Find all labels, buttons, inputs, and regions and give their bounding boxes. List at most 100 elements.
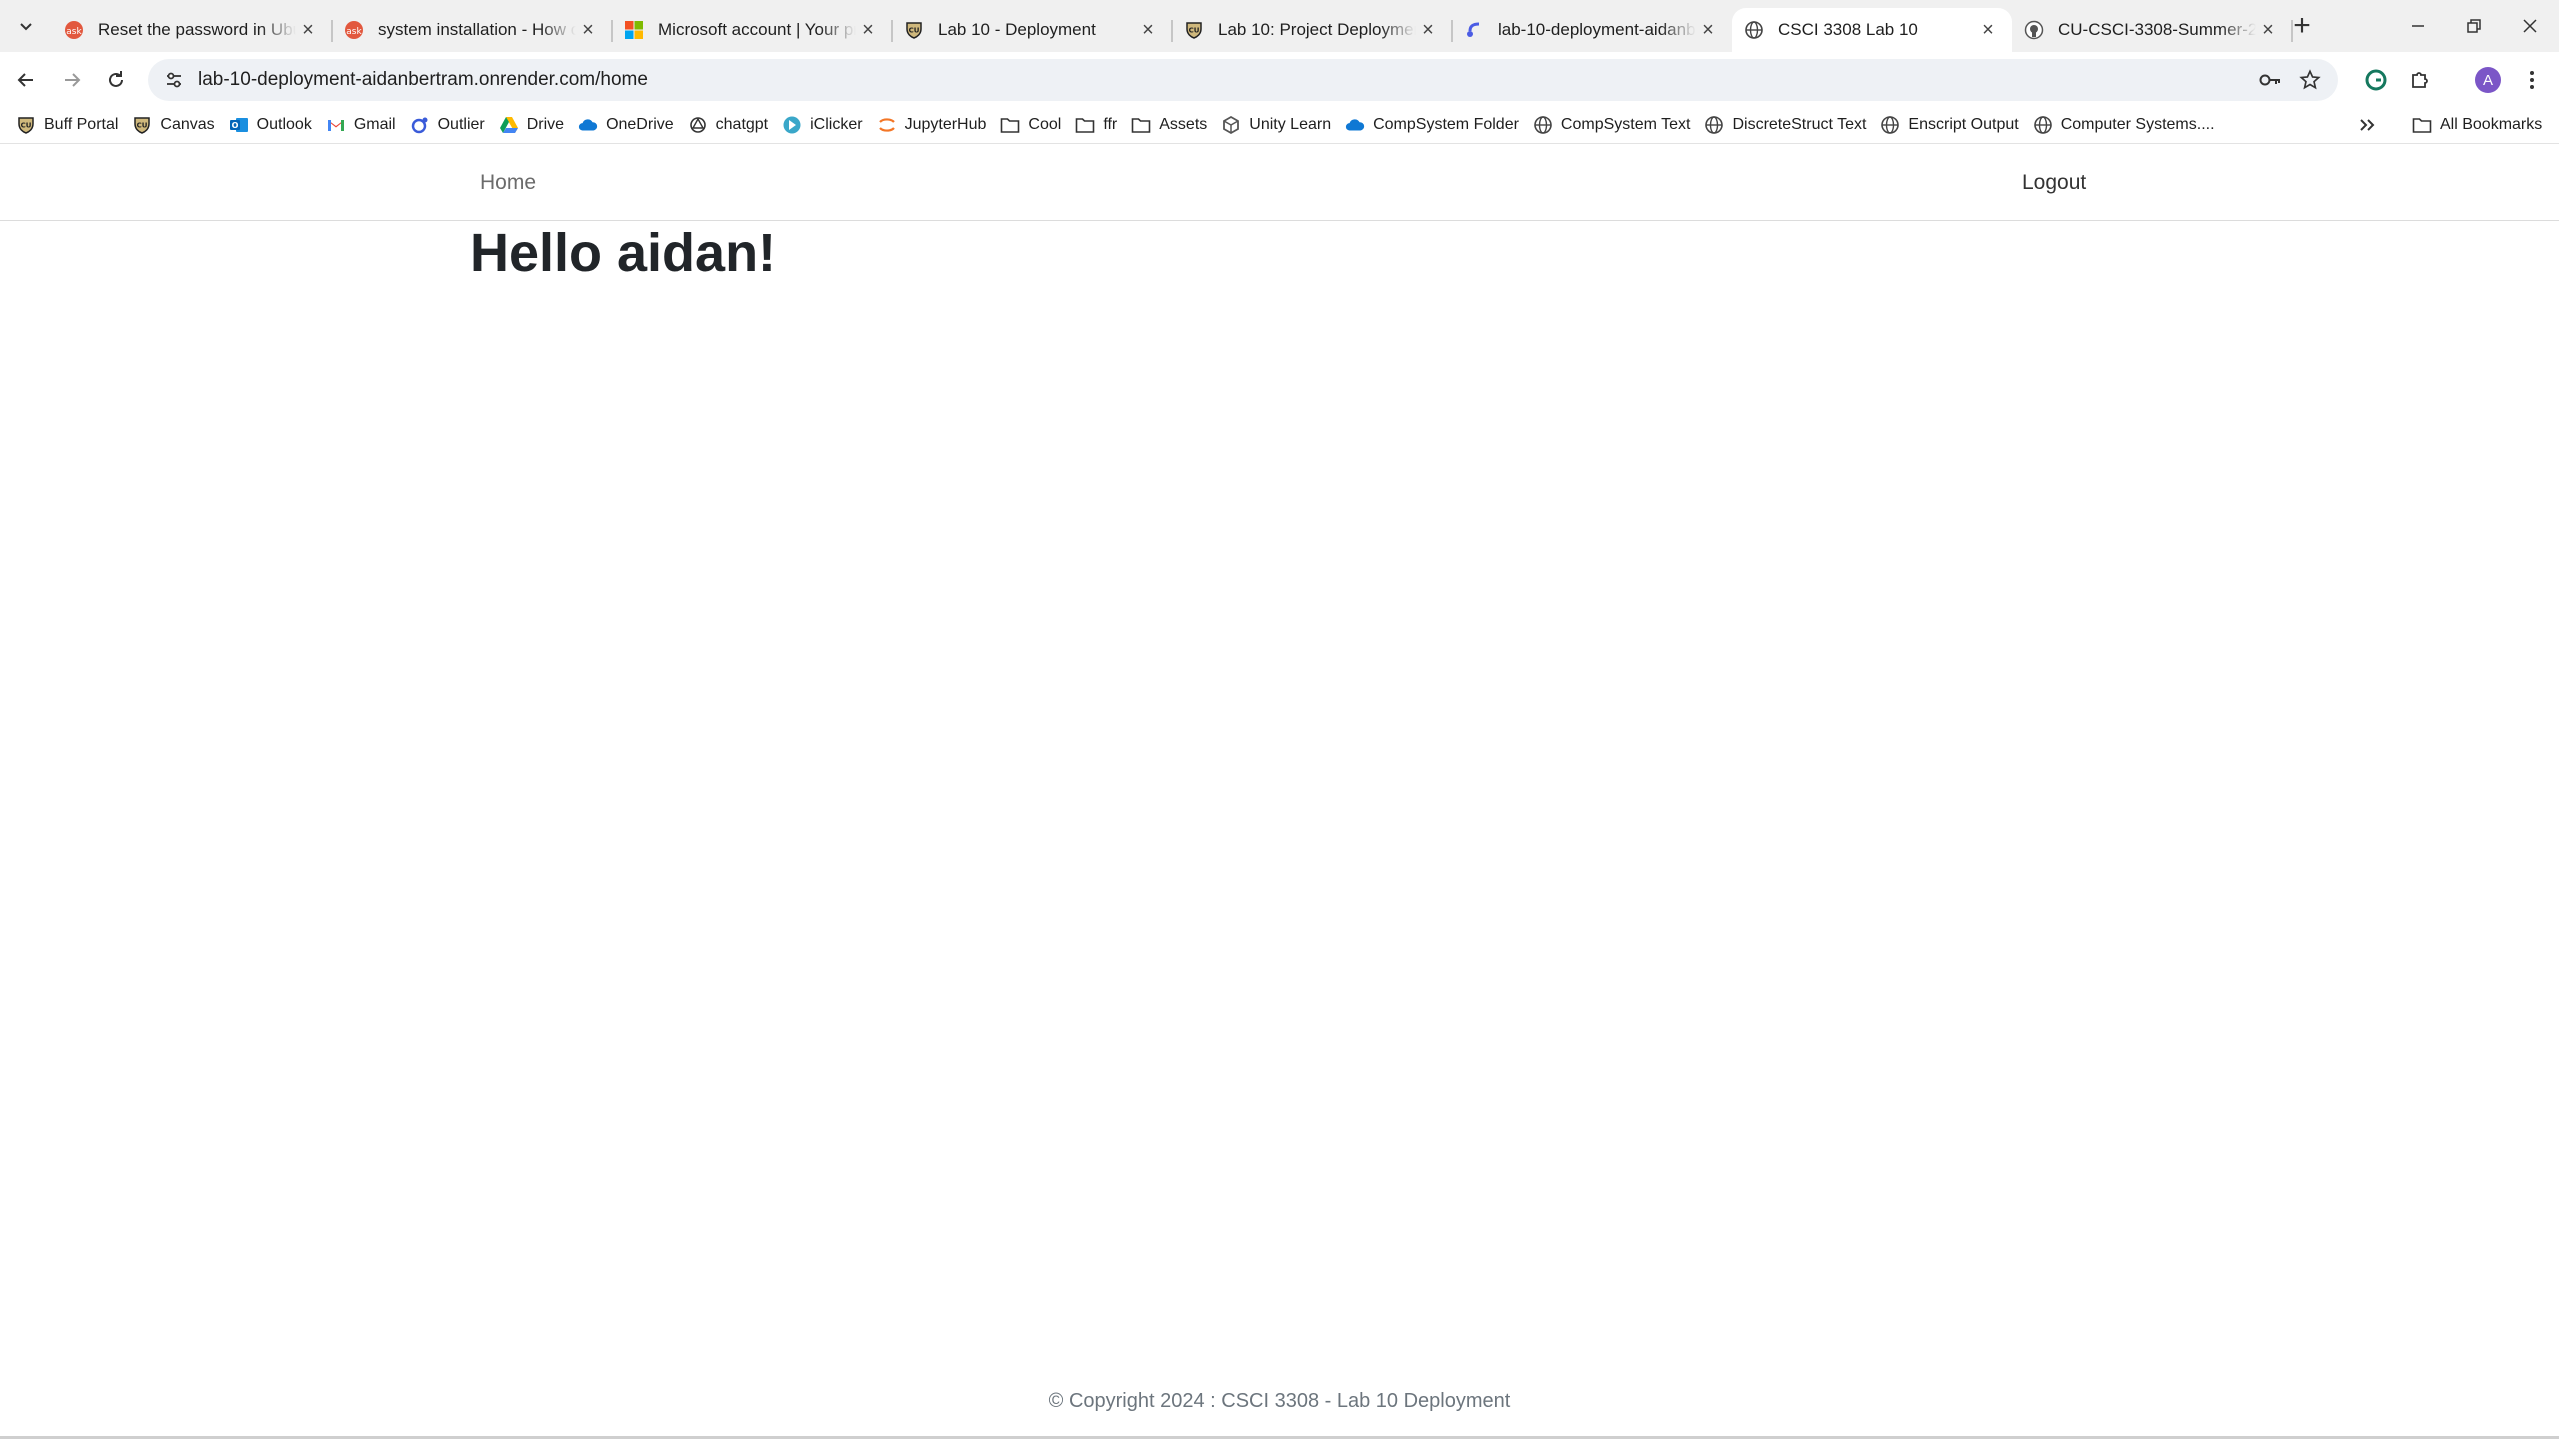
tab-close-icon[interactable]: ×: [1696, 18, 1720, 42]
bookmark-item[interactable]: CompSystem Folder: [1341, 110, 1529, 140]
tab-close-icon[interactable]: ×: [2256, 18, 2280, 42]
browser-menu-button[interactable]: [2514, 62, 2550, 98]
bookmark-label: Unity Learn: [1249, 116, 1332, 133]
reload-button[interactable]: [98, 62, 134, 98]
url-text[interactable]: lab-10-deployment-aidanbertram.onrender.…: [198, 69, 2338, 91]
bookmark-label: chatgpt: [715, 116, 769, 133]
site-info-button[interactable]: [154, 59, 194, 101]
bookmark-item[interactable]: CU Buff Portal: [12, 110, 128, 140]
bookmark-item[interactable]: Gmail: [322, 110, 406, 140]
tab[interactable]: Microsoft account | Your profile×: [612, 8, 893, 52]
bookmark-item[interactable]: OneDrive: [574, 110, 684, 140]
avatar: A: [2475, 67, 2501, 93]
tab-close-icon[interactable]: ×: [1976, 18, 2000, 42]
svg-text:ask: ask: [66, 27, 82, 37]
bookmark-label: Computer Systems....: [2060, 116, 2215, 133]
tab-close-icon[interactable]: ×: [296, 18, 320, 42]
minimize-button[interactable]: [2390, 0, 2446, 52]
bookmark-label: CompSystem Text: [1560, 116, 1691, 133]
bookmark-label: iClicker: [810, 116, 863, 133]
tab-list: askReset the password in Ubuntu×asksyste…: [52, 8, 2293, 52]
bookmark-label: DiscreteStruct Text: [1732, 116, 1867, 133]
bookmark-item[interactable]: JupyterHub: [873, 110, 997, 140]
bookmark-item[interactable]: DiscreteStruct Text: [1700, 110, 1876, 140]
bookmarks-bar: CU Buff Portal CU Canvas O Outlook Gmail Outlie…: [0, 106, 2559, 144]
tab[interactable]: CU Lab 10: Project Deployment | CSCI×: [1172, 8, 1453, 52]
globe-icon: [2033, 115, 2053, 135]
askubuntu-icon: ask: [62, 18, 86, 42]
bookmark-item[interactable]: CompSystem Text: [1529, 110, 1701, 140]
microsoft-icon: [622, 18, 646, 42]
tab[interactable]: CU-CSCI-3308-Summer-2024×: [2012, 8, 2293, 52]
outlook-icon: O: [229, 115, 249, 135]
unity-icon: [1221, 115, 1241, 135]
back-button[interactable]: [8, 62, 44, 98]
tab[interactable]: CU Lab 10 - Deployment ×: [892, 8, 1173, 52]
jupyter-icon: [877, 115, 897, 135]
nav-logout-link[interactable]: Logout: [2022, 171, 2086, 195]
svg-text:CU: CU: [1189, 27, 1200, 35]
tab-close-icon[interactable]: ×: [1416, 18, 1440, 42]
iclicker-icon: [782, 115, 802, 135]
tab[interactable]: ask Reset the password in Ubuntu×: [52, 8, 333, 52]
extension-grammarly-button[interactable]: [2358, 62, 2394, 98]
tab-title: Reset the password in Ubuntu: [98, 20, 296, 39]
onedrive-icon: [1345, 115, 1365, 135]
page-footer: © Copyright 2024 : CSCI 3308 - Lab 10 De…: [1048, 1390, 1511, 1412]
globe-icon: [1533, 115, 1553, 135]
restore-button[interactable]: [2446, 0, 2502, 52]
bookmark-item[interactable]: O Outlook: [225, 110, 322, 140]
bookmark-item[interactable]: chatgpt: [684, 110, 778, 140]
tab-close-icon[interactable]: ×: [1136, 18, 1160, 42]
bookmark-label: Drive: [526, 116, 565, 133]
bookmark-label: OneDrive: [606, 116, 674, 133]
bookmark-label: Enscript Output: [1908, 116, 2019, 133]
bookmark-item[interactable]: Computer Systems....: [2029, 110, 2225, 140]
bookmark-label: Buff Portal: [44, 116, 119, 133]
tab-search-button[interactable]: [10, 10, 42, 42]
all-bookmarks-label: All Bookmarks: [2440, 116, 2543, 133]
gmail-icon: [326, 115, 346, 135]
bookmark-item[interactable]: Outlier: [406, 110, 495, 140]
forward-button[interactable]: [54, 62, 90, 98]
nav-home-link[interactable]: Home: [480, 171, 536, 195]
askubuntu-icon: ask: [342, 18, 366, 42]
bookmark-item[interactable]: CU Canvas: [128, 110, 224, 140]
bookmark-label: Outlook: [256, 116, 312, 133]
tab[interactable]: lab-10-deployment-aidanbertram×: [1452, 8, 1732, 52]
render-icon: [1462, 18, 1486, 42]
folder-icon: [1000, 115, 1020, 135]
svg-text:CU: CU: [21, 122, 32, 130]
new-tab-button[interactable]: +: [2286, 9, 2318, 42]
address-bar[interactable]: lab-10-deployment-aidanbertram.onrender.…: [148, 59, 2338, 101]
bookmark-item[interactable]: iClicker: [778, 110, 872, 140]
tab-close-icon[interactable]: ×: [576, 18, 600, 42]
cu-icon: CU: [16, 115, 36, 135]
minimize-icon: [2412, 25, 2424, 27]
extensions-button[interactable]: [2402, 62, 2438, 98]
bookmark-label: JupyterHub: [904, 116, 987, 133]
password-manager-button[interactable]: [2250, 59, 2290, 101]
bookmark-star-button[interactable]: [2290, 59, 2330, 101]
chatgpt-icon: [688, 115, 708, 135]
close-window-button[interactable]: [2502, 0, 2558, 52]
bookmark-item[interactable]: Assets: [1127, 110, 1217, 140]
all-bookmarks-button[interactable]: All Bookmarks: [2412, 110, 2542, 140]
bookmark-item[interactable]: ffr: [1071, 110, 1127, 140]
tab-strip: askReset the password in Ubuntu×asksyste…: [0, 0, 2559, 52]
bookmark-item[interactable]: Cool: [996, 110, 1071, 140]
svg-text:O: O: [231, 121, 238, 130]
bookmark-label: Cool: [1028, 116, 1062, 133]
chevron-down-icon: [20, 23, 32, 31]
tab-close-icon[interactable]: ×: [856, 18, 880, 42]
restore-icon: [2467, 19, 2481, 33]
bookmark-item[interactable]: Enscript Output: [1876, 110, 2028, 140]
drive-icon: [499, 115, 519, 135]
profile-button[interactable]: A: [2470, 62, 2506, 98]
cu-icon: CU: [902, 18, 926, 42]
bookmark-item[interactable]: Unity Learn: [1217, 110, 1341, 140]
tab-active[interactable]: CSCI 3308 Lab 10 ×: [1732, 8, 2012, 52]
more-bookmarks-button[interactable]: [2352, 110, 2382, 140]
bookmark-item[interactable]: Drive: [495, 110, 574, 140]
tab[interactable]: ask system installation - How can I×: [332, 8, 613, 52]
